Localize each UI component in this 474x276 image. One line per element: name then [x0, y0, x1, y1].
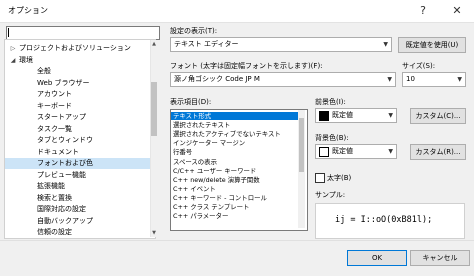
- chevron-down-icon: ▼: [387, 76, 392, 83]
- display-items-list[interactable]: テキスト形式 選択されたテキスト 選択されたアクティブでないテキスト インジケーター …: [170, 109, 308, 231]
- display-items-scrollbar-thumb[interactable]: [299, 118, 304, 172]
- display-item[interactable]: 選択されたテキスト: [171, 121, 301, 129]
- tree-item[interactable]: Web ブラウザー: [5, 78, 155, 89]
- display-item[interactable]: テキスト形式: [171, 112, 301, 120]
- foreground-swatch: [319, 111, 329, 121]
- scroll-down-icon[interactable]: ▼: [150, 229, 158, 237]
- size-value: 10: [406, 75, 415, 83]
- size-label: サイズ(S):: [402, 62, 436, 70]
- display-item[interactable]: C++ イベント: [171, 185, 301, 193]
- background-label: 背景色(B):: [315, 134, 349, 142]
- foreground-select[interactable]: 既定値 ▼: [315, 108, 397, 123]
- foreground-label: 前景色(I):: [315, 98, 346, 106]
- close-button[interactable]: ✕: [442, 0, 472, 22]
- background-select[interactable]: 既定値 ▼: [315, 144, 397, 159]
- options-tree[interactable]: ▷ プロジェクトおよびソリューション ◢ 環境 全般 Web ブラウザー アカウント キーボー…: [4, 39, 156, 239]
- scroll-up-icon[interactable]: ▲: [150, 40, 158, 48]
- tree-item-label: 自動バックアップ: [37, 216, 93, 225]
- tree-item-label: プレビュー機能: [37, 170, 86, 179]
- tree-item-label: フォントおよび色: [37, 159, 93, 167]
- bold-label: 太字(B): [327, 174, 352, 182]
- tree-item[interactable]: 拡張機能: [5, 181, 155, 192]
- expand-arrow-icon[interactable]: ▷: [9, 43, 17, 54]
- display-item[interactable]: スペースの表示: [171, 158, 301, 166]
- background-swatch: [319, 147, 329, 157]
- tree-item-label: 拡張機能: [37, 182, 65, 190]
- tree-item[interactable]: ◢ 環境: [5, 55, 155, 66]
- tree-item-label: 全般: [37, 67, 51, 75]
- display-item[interactable]: インジケーター マージン: [171, 139, 301, 147]
- tree-item-label: 国際対応の設定: [37, 205, 86, 213]
- background-custom-button[interactable]: カスタム(R)...: [410, 144, 466, 160]
- tree-item-label: キーボード: [37, 101, 72, 110]
- display-item[interactable]: C++ パラメーター: [171, 212, 301, 220]
- title-bar: [0, 0, 474, 23]
- display-item[interactable]: C/C++ ユーザー キーワード: [171, 167, 301, 175]
- use-defaults-button[interactable]: 既定値を使用(U): [398, 37, 466, 53]
- font-label: フォント (太字は固定幅フォントを示します)(F):: [170, 62, 323, 70]
- tree-scrollbar-thumb[interactable]: [151, 82, 157, 136]
- sample-label: サンプル:: [315, 191, 346, 199]
- tree-item[interactable]: スタートアップ: [5, 112, 155, 123]
- font-select[interactable]: 源ノ角ゴシック Code JP M ▼: [170, 72, 396, 87]
- display-item[interactable]: 選択されたアクティブでないテキスト: [171, 130, 301, 138]
- text-caret: [8, 28, 9, 37]
- chevron-down-icon: ▼: [383, 41, 388, 48]
- tree-item-label: 信頼の設定: [37, 228, 72, 236]
- settings-for-label: 設定の表示(T):: [170, 27, 218, 35]
- chevron-down-icon: ▼: [457, 76, 462, 83]
- chevron-down-icon: ▼: [388, 148, 393, 155]
- tree-item[interactable]: 検索と置換: [5, 193, 155, 204]
- bold-checkbox[interactable]: [315, 173, 325, 183]
- tree-item[interactable]: アカウント: [5, 89, 155, 100]
- help-button[interactable]: ?: [408, 0, 438, 22]
- divider: [0, 240, 474, 241]
- sample-text: ij = I::oO(0xB81l);: [335, 215, 433, 225]
- tree-item[interactable]: キーボード: [5, 101, 155, 112]
- tree-item-label: アカウント: [37, 90, 72, 98]
- tree-item-label: Web ブラウザー: [37, 78, 90, 87]
- tree-item[interactable]: タブとウィンドウ: [5, 135, 155, 146]
- tree-item[interactable]: タスク一覧: [5, 124, 155, 135]
- options-search-input[interactable]: [6, 26, 160, 40]
- window-title: オプション: [8, 6, 48, 15]
- foreground-custom-button[interactable]: カスタム(C)...: [410, 108, 466, 124]
- tree-item[interactable]: ▷ プロジェクトおよびソリューション: [5, 43, 155, 54]
- display-items-label: 表示項目(D):: [170, 98, 212, 106]
- display-item[interactable]: C++ new/delete 演算子関数: [171, 176, 301, 184]
- tree-item[interactable]: 国際対応の設定: [5, 204, 155, 215]
- tree-item[interactable]: フォントおよび色: [5, 158, 155, 169]
- tree-item-label: タブとウィンドウ: [37, 136, 93, 144]
- settings-for-value: テキスト エディター: [174, 40, 239, 48]
- display-item[interactable]: C++ キーワード - コントロール: [171, 194, 301, 202]
- settings-for-select[interactable]: テキスト エディター ▼: [170, 37, 392, 52]
- font-value: 源ノ角ゴシック Code JP M: [174, 75, 260, 83]
- tree-item-label: タスク一覧: [37, 124, 72, 133]
- collapse-arrow-icon[interactable]: ◢: [9, 55, 17, 66]
- tree-item[interactable]: 全般: [5, 66, 155, 77]
- foreground-value: 既定値: [332, 111, 353, 119]
- tree-item[interactable]: プレビュー機能: [5, 170, 155, 181]
- display-item[interactable]: 行番号: [171, 148, 301, 156]
- tree-scrollbar[interactable]: [150, 40, 159, 237]
- tree-item-label: 環境: [19, 55, 33, 64]
- tree-item-label: ドキュメント: [37, 147, 79, 156]
- tree-item-label: プロジェクトおよびソリューション: [19, 44, 131, 52]
- tree-item-label: 検索と置換: [37, 193, 72, 202]
- chevron-down-icon: ▼: [388, 112, 393, 119]
- tree-item[interactable]: 信頼の設定: [5, 227, 155, 238]
- cancel-button[interactable]: キャンセル: [410, 250, 470, 266]
- tree-item[interactable]: 自動バックアップ: [5, 216, 155, 227]
- tree-item-label: スタートアップ: [37, 113, 86, 121]
- display-item[interactable]: C++ クラス テンプレート: [171, 203, 301, 211]
- tree-item[interactable]: ドキュメント: [5, 147, 155, 158]
- background-value: 既定値: [332, 147, 353, 155]
- ok-button[interactable]: OK: [347, 250, 407, 266]
- size-select[interactable]: 10 ▼: [402, 72, 466, 87]
